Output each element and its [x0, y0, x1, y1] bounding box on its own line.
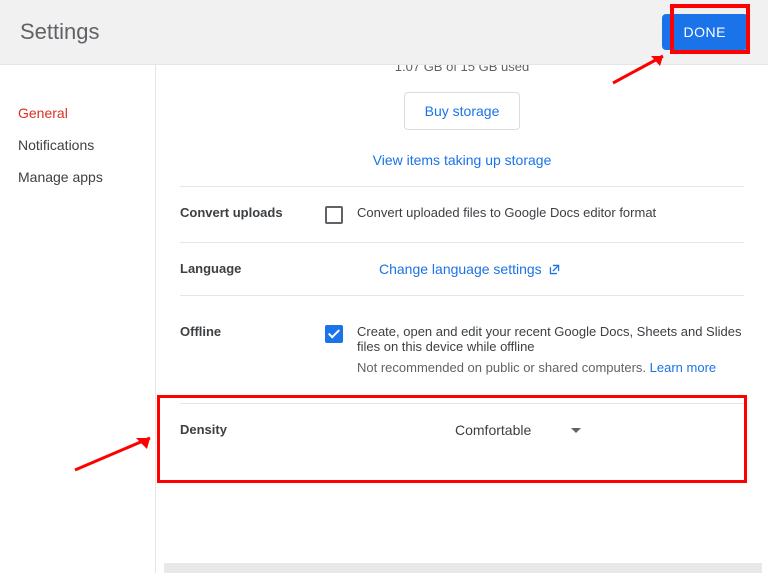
change-language-link[interactable]: Change language settings [379, 261, 561, 277]
horizontal-scrollbar[interactable] [164, 563, 762, 573]
storage-used-text: 1.07 GB of 15 GB used [180, 65, 744, 74]
sidebar: General Notifications Manage apps [0, 65, 156, 573]
sidebar-item-manage-apps[interactable]: Manage apps [18, 169, 155, 185]
offline-text: Create, open and edit your recent Google… [357, 324, 744, 354]
settings-header: Settings DONE [0, 0, 768, 65]
storage-section: 1.07 GB of 15 GB used Buy storage View i… [180, 65, 744, 187]
main-panel: 1.07 GB of 15 GB used Buy storage View i… [156, 65, 768, 573]
language-label: Language [180, 261, 325, 277]
done-button[interactable]: DONE [662, 14, 748, 50]
offline-label: Offline [180, 324, 325, 375]
convert-uploads-label: Convert uploads [180, 205, 325, 224]
density-select[interactable]: Comfortable [455, 422, 581, 438]
chevron-down-icon [571, 428, 581, 433]
page-title: Settings [20, 19, 100, 45]
density-section: Density Comfortable [180, 403, 744, 456]
external-link-icon [548, 263, 561, 276]
convert-uploads-text: Convert uploaded files to Google Docs ed… [357, 205, 656, 224]
change-language-text: Change language settings [379, 261, 542, 277]
sidebar-item-general[interactable]: General [18, 105, 155, 121]
buy-storage-button[interactable]: Buy storage [404, 92, 521, 130]
offline-subtext: Not recommended on public or shared comp… [357, 360, 744, 375]
view-items-link[interactable]: View items taking up storage [180, 152, 744, 168]
offline-checkbox[interactable] [325, 325, 343, 343]
density-value: Comfortable [455, 422, 531, 438]
offline-section: Offline Create, open and edit your recen… [180, 295, 744, 403]
sidebar-item-notifications[interactable]: Notifications [18, 137, 155, 153]
convert-uploads-section: Convert uploads Convert uploaded files t… [180, 187, 744, 242]
language-section: Language Change language settings [180, 242, 744, 295]
offline-warning-text: Not recommended on public or shared comp… [357, 360, 650, 375]
density-label: Density [180, 422, 325, 438]
convert-uploads-checkbox[interactable] [325, 206, 343, 224]
learn-more-link[interactable]: Learn more [650, 360, 716, 375]
settings-body: General Notifications Manage apps 1.07 G… [0, 65, 768, 573]
